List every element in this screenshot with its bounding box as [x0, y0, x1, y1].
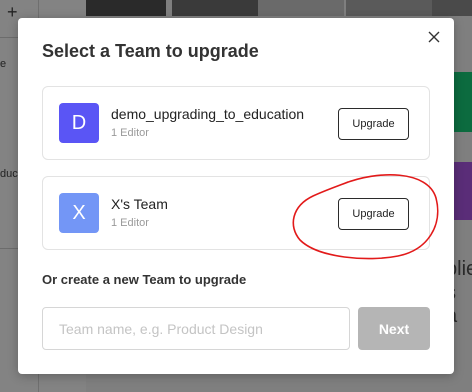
- modal-title: Select a Team to upgrade: [42, 41, 259, 61]
- team-name: X's Team: [111, 196, 168, 212]
- background-thumbnail: [346, 0, 432, 16]
- background-divider: [0, 248, 18, 249]
- background-text: e: [0, 58, 7, 70]
- team-avatar: X: [59, 193, 99, 233]
- background-thumbnail: [86, 0, 166, 16]
- team-card: X X's Team 1 Editor Upgrade: [42, 176, 430, 250]
- background-thumbnail: [258, 0, 344, 16]
- team-editor-count: 1 Editor: [111, 217, 149, 229]
- close-icon[interactable]: [426, 29, 442, 45]
- create-team-label: Or create a new Team to upgrade: [42, 272, 247, 287]
- background-text: duc: [0, 168, 18, 180]
- team-editor-count: 1 Editor: [111, 127, 149, 139]
- plus-icon: +: [7, 2, 18, 22]
- background-thumbnail: [432, 0, 472, 16]
- upgrade-team-modal: Select a Team to upgrade D demo_upgradin…: [18, 18, 454, 374]
- background-thumbnail: [452, 72, 472, 132]
- upgrade-button[interactable]: Upgrade: [338, 198, 409, 230]
- upgrade-button[interactable]: Upgrade: [338, 108, 409, 140]
- team-name-input[interactable]: [42, 307, 350, 350]
- next-button[interactable]: Next: [358, 307, 430, 350]
- team-name: demo_upgrading_to_education: [111, 106, 305, 122]
- team-card: D demo_upgrading_to_education 1 Editor U…: [42, 86, 430, 160]
- background-thumbnail: [452, 162, 472, 220]
- background-thumbnail: [172, 0, 258, 16]
- team-avatar: D: [59, 103, 99, 143]
